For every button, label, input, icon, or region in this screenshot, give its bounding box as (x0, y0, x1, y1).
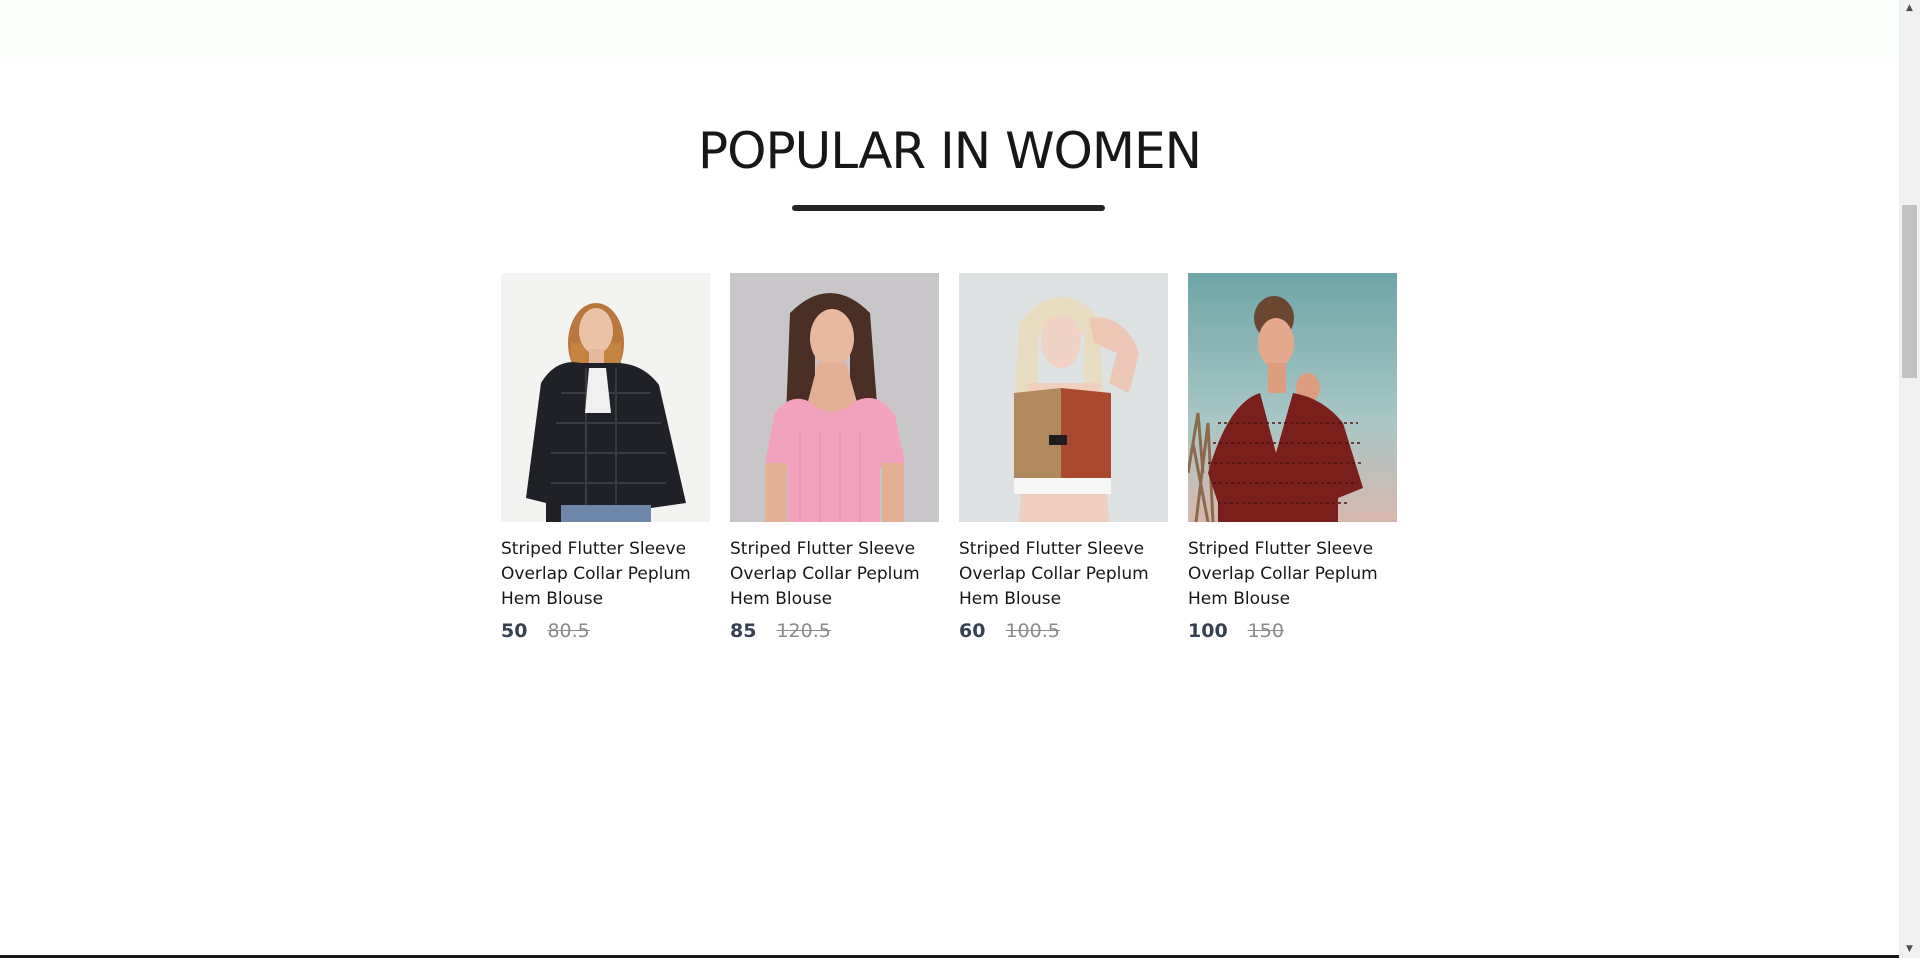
vertical-scrollbar[interactable]: ▲ ▼ (1899, 0, 1920, 958)
product-name[interactable]: Striped Flutter Sleeve Overlap Collar Pe… (1188, 537, 1397, 612)
new-price: 60 (959, 620, 986, 642)
price-row: 50 80.5 (501, 620, 710, 642)
woman-red-dress-image[interactable] (1188, 273, 1397, 522)
price-row: 85 120.5 (730, 620, 939, 642)
woman-sports-bra-image[interactable] (959, 273, 1168, 522)
old-price: 120.5 (776, 620, 831, 642)
section-title: POPULAR IN WOMEN (697, 122, 1202, 180)
title-underline (792, 205, 1105, 211)
product-card[interactable]: Striped Flutter Sleeve Overlap Collar Pe… (730, 273, 939, 642)
product-card[interactable]: Striped Flutter Sleeve Overlap Collar Pe… (1188, 273, 1397, 642)
page: POPULAR IN WOMEN Striped Flutter Sleeve … (0, 0, 1920, 958)
price-row: 60 100.5 (959, 620, 1168, 642)
product-name[interactable]: Striped Flutter Sleeve Overlap Collar Pe… (959, 537, 1168, 612)
old-price: 150 (1247, 620, 1284, 642)
navbar-bottom-band (0, 0, 1899, 58)
product-name[interactable]: Striped Flutter Sleeve Overlap Collar Pe… (730, 537, 939, 612)
product-card[interactable]: Striped Flutter Sleeve Overlap Collar Pe… (501, 273, 710, 642)
new-price: 50 (501, 620, 528, 642)
new-price: 85 (730, 620, 757, 642)
scroll-down-arrow-icon[interactable]: ▼ (1899, 941, 1920, 958)
price-row: 100 150 (1188, 620, 1397, 642)
scroll-up-arrow-icon[interactable]: ▲ (1899, 0, 1920, 17)
new-price: 100 (1188, 620, 1228, 642)
woman-black-fur-jacket-image[interactable] (501, 273, 710, 522)
product-grid: Striped Flutter Sleeve Overlap Collar Pe… (501, 273, 1397, 642)
old-price: 80.5 (547, 620, 590, 642)
product-card[interactable]: Striped Flutter Sleeve Overlap Collar Pe… (959, 273, 1168, 642)
woman-pink-top-image[interactable] (730, 273, 939, 522)
scroll-thumb[interactable] (1902, 205, 1917, 378)
product-name[interactable]: Striped Flutter Sleeve Overlap Collar Pe… (501, 537, 710, 612)
old-price: 100.5 (1005, 620, 1060, 642)
